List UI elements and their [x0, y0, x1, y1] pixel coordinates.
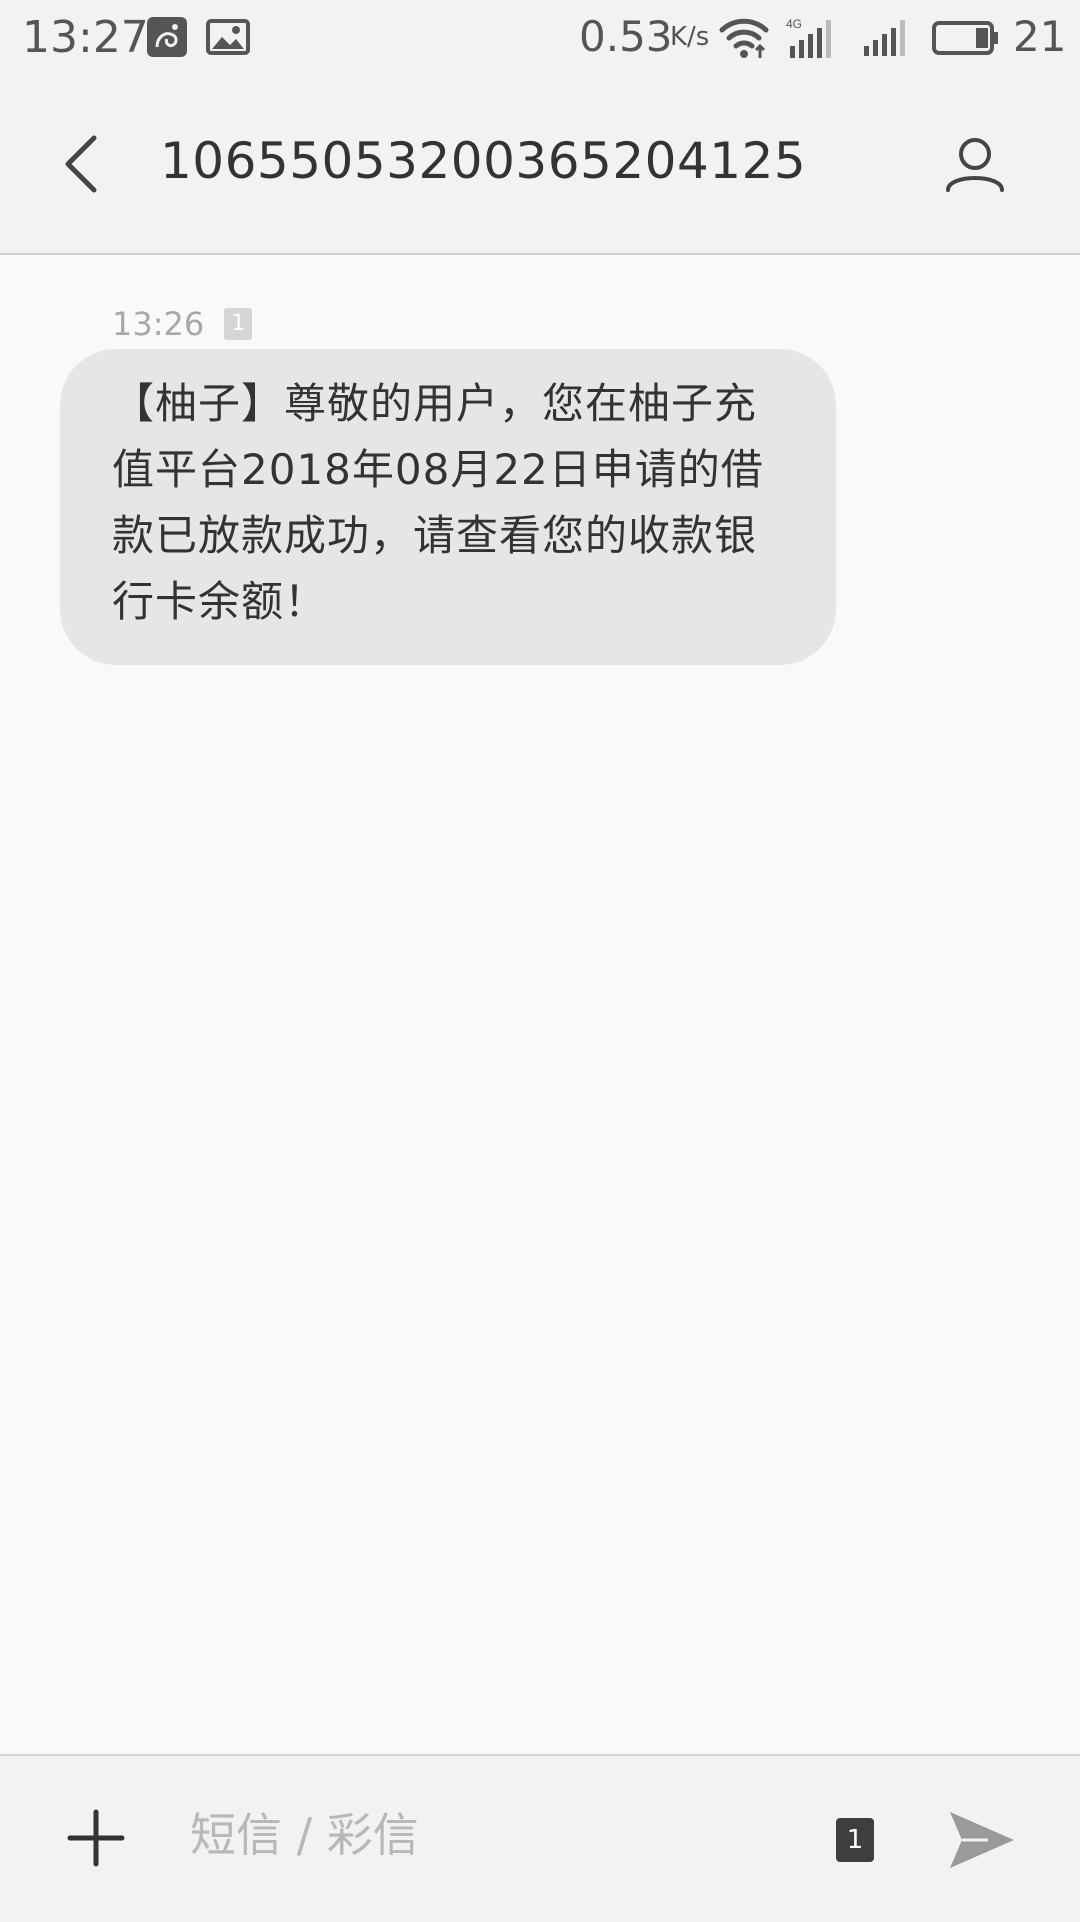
status-bar: 13:27 0.53 K/s 4G 21: [0, 0, 1080, 76]
battery-icon: [932, 20, 1000, 56]
sim-number: 1: [231, 311, 246, 336]
sim-selector-number: 1: [846, 1825, 864, 1855]
add-attachment-button[interactable]: [60, 1794, 132, 1882]
wifi-icon: [718, 16, 770, 60]
network-type-label: 4G: [786, 17, 802, 31]
conversation-title: 1065505320036520​4125: [160, 132, 807, 190]
signal-icon: [862, 18, 914, 58]
send-button[interactable]: [944, 1802, 1020, 1878]
composer-bar: 1: [0, 1754, 1080, 1922]
send-icon: [950, 1812, 1014, 1868]
battery-level: 21: [1013, 12, 1067, 61]
message-text: 【柚子】尊敬的用户，您在柚子充值平台2018年08月22日申请的借款已放款成功，…: [112, 379, 764, 626]
contact-button[interactable]: [930, 120, 1020, 210]
net-speed: 0.53: [579, 12, 673, 61]
sim-selector[interactable]: 1: [836, 1818, 874, 1862]
message-time: 13:26: [112, 305, 205, 343]
message-input[interactable]: [190, 1790, 790, 1880]
message-list[interactable]: 13:26 1 【柚子】尊敬的用户，您在柚子充值平台2018年08月22日申请的…: [0, 255, 1080, 1755]
message-bubble[interactable]: 【柚子】尊敬的用户，您在柚子充值平台2018年08月22日申请的借款已放款成功，…: [60, 349, 836, 665]
net-speed-unit: K/s: [670, 22, 710, 52]
person-icon: [946, 138, 1004, 192]
status-time: 13:27: [22, 12, 149, 63]
uc-browser-icon: [147, 17, 187, 57]
signal-4g-icon: 4G: [786, 16, 842, 60]
back-button[interactable]: [40, 120, 120, 208]
gallery-icon: [206, 19, 250, 55]
conversation-header: 1065505320036520​4125: [0, 76, 1080, 255]
plus-icon: [67, 1809, 125, 1867]
chevron-left-icon: [65, 135, 97, 193]
sim-card-icon: 1: [224, 308, 253, 340]
message-meta: 13:26 1: [112, 305, 253, 343]
